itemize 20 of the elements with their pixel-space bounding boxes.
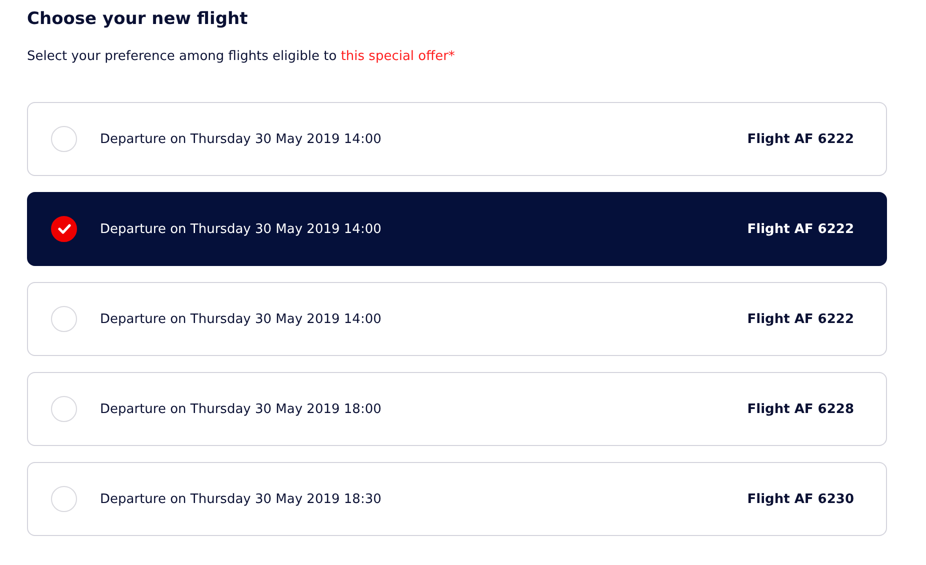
departure-text: Departure on Thursday 30 May 2019 14:00 [100, 132, 382, 146]
departure-text: Departure on Thursday 30 May 2019 18:30 [100, 492, 382, 506]
offer-link[interactable]: this special offer* [340, 49, 455, 64]
intro-text: Select your preference among flights eligible to this special offer* [27, 48, 456, 66]
flight-number: Flight AF 6222 [747, 132, 854, 146]
flight-option[interactable]: Departure on Thursday 30 May 2019 18:00 Flight AF 6228 [27, 372, 887, 446]
page-title: Choose your new flight [27, 8, 249, 31]
flight-option[interactable]: Departure on Thursday 30 May 2019 14:00 Flight AF 6222 [27, 282, 887, 356]
flight-option[interactable]: Departure on Thursday 30 May 2019 18:30 Flight AF 6230 [27, 462, 887, 536]
departure-text: Departure on Thursday 30 May 2019 18:00 [100, 402, 382, 416]
check-icon [58, 224, 70, 234]
flight-number: Flight AF 6230 [747, 492, 854, 506]
flight-number: Flight AF 6222 [747, 312, 854, 326]
radio-button[interactable] [51, 216, 77, 242]
flight-number: Flight AF 6222 [747, 222, 854, 236]
flight-number: Flight AF 6228 [747, 402, 854, 416]
flight-option[interactable]: Departure on Thursday 30 May 2019 14:00 Flight AF 6222 [27, 102, 887, 176]
flight-option[interactable]: Departure on Thursday 30 May 2019 14:00 Flight AF 6222 [27, 192, 887, 266]
departure-text: Departure on Thursday 30 May 2019 14:00 [100, 312, 382, 326]
departure-text: Departure on Thursday 30 May 2019 14:00 [100, 222, 382, 236]
